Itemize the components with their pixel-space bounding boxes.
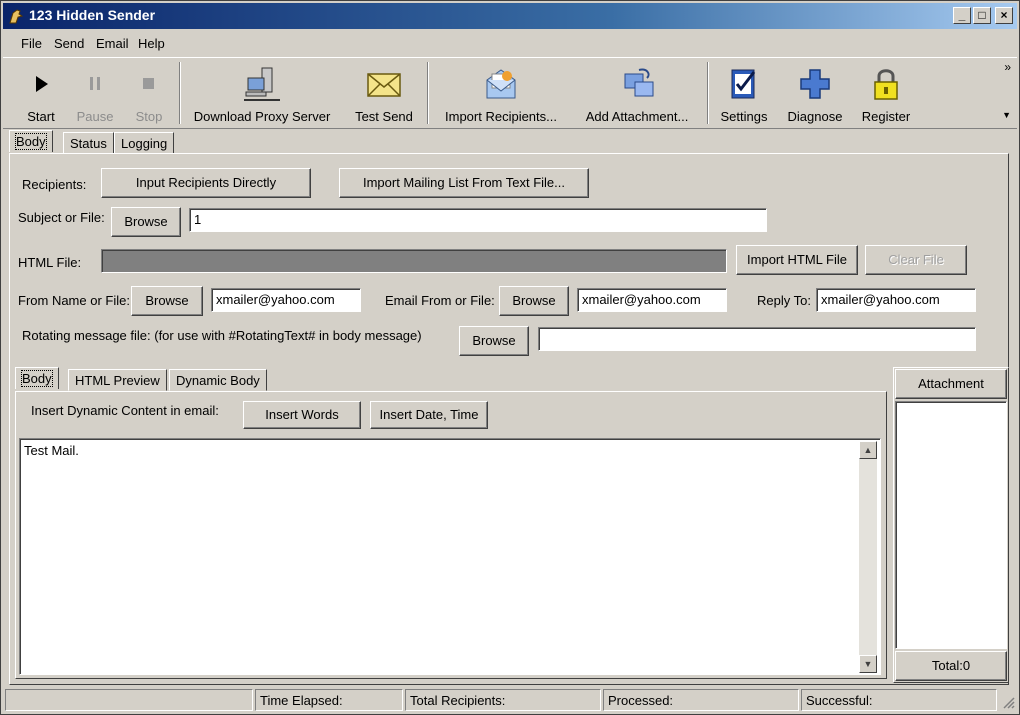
insert-dynamic-label: Insert Dynamic Content in email:	[31, 403, 219, 418]
html-file-label: HTML File:	[18, 255, 82, 270]
add-attachment-button[interactable]: Add Attachment...	[577, 62, 697, 126]
clipboard-check-icon	[731, 69, 756, 99]
toolbar-separator	[707, 62, 709, 124]
maximize-button[interactable]: □	[973, 7, 991, 24]
menu-help[interactable]: Help	[138, 36, 165, 51]
tab-dynamic-body[interactable]: Dynamic Body	[169, 369, 267, 391]
toolbar-separator	[179, 62, 181, 124]
medical-cross-icon	[800, 69, 830, 99]
dog-icon	[9, 9, 24, 24]
tab-body[interactable]: Body	[9, 130, 53, 152]
minimize-button[interactable]: _	[953, 7, 971, 24]
start-button[interactable]: Start	[17, 62, 65, 126]
email-from-input[interactable]: xmailer@yahoo.com	[577, 288, 727, 312]
import-html-button[interactable]: Import HTML File	[736, 245, 858, 275]
pause-icon	[90, 77, 100, 90]
subject-label: Subject or File:	[18, 210, 105, 225]
status-processed: Processed:	[603, 689, 799, 711]
clear-file-button: Clear File	[865, 245, 967, 275]
message-body-textarea[interactable]: Test Mail.	[19, 438, 881, 675]
download-proxy-button[interactable]: Download Proxy Server	[189, 62, 335, 126]
from-name-input[interactable]: xmailer@yahoo.com	[211, 288, 361, 312]
mail-import-icon	[486, 69, 516, 99]
envelope-icon	[367, 73, 401, 97]
insert-date-time-button[interactable]: Insert Date, Time	[370, 401, 488, 429]
toolbar: Start Pause Stop Download Proxy Server T…	[3, 57, 1017, 129]
menu-send[interactable]: Send	[54, 36, 84, 51]
settings-button[interactable]: Settings	[713, 62, 775, 126]
title-bar[interactable]: 123 Hidden Sender _ □ ×	[3, 3, 1017, 29]
register-button[interactable]: Register	[855, 62, 917, 126]
tab-status[interactable]: Status	[63, 132, 114, 154]
attachment-list[interactable]	[895, 401, 1007, 649]
email-from-label: Email From or File:	[385, 293, 495, 308]
status-time-elapsed: Time Elapsed:	[255, 689, 403, 711]
tab-logging[interactable]: Logging	[114, 132, 175, 154]
toolbar-overflow-button[interactable]: »	[1004, 60, 1011, 74]
padlock-icon	[874, 69, 898, 100]
tab-body-editor[interactable]: Body	[15, 367, 59, 389]
menu-email[interactable]: Email	[96, 36, 129, 51]
network-computer-icon	[244, 67, 280, 101]
diagnose-button[interactable]: Diagnose	[781, 62, 849, 126]
stop-icon	[143, 78, 154, 89]
import-mailing-list-button[interactable]: Import Mailing List From Text File...	[339, 168, 589, 198]
vertical-scrollbar[interactable]: ▲ ▼	[859, 441, 877, 673]
pause-button[interactable]: Pause	[69, 62, 121, 126]
recipients-label: Recipients:	[22, 177, 87, 192]
reply-to-input[interactable]: xmailer@yahoo.com	[816, 288, 976, 312]
toolbar-separator	[427, 62, 429, 124]
test-send-button[interactable]: Test Send	[347, 62, 421, 126]
scroll-up-icon[interactable]: ▲	[859, 441, 877, 459]
play-icon	[36, 76, 48, 92]
import-recipients-button[interactable]: Import Recipients...	[437, 62, 565, 126]
window-title: 123 Hidden Sender	[29, 7, 156, 23]
scroll-down-icon[interactable]: ▼	[859, 655, 877, 673]
stop-button[interactable]: Stop	[125, 62, 173, 126]
menu-file[interactable]: File	[21, 36, 42, 51]
subject-input[interactable]: 1	[189, 208, 767, 232]
attachment-header: Attachment	[895, 369, 1007, 399]
reply-to-label: Reply To:	[757, 293, 811, 308]
insert-words-button[interactable]: Insert Words	[243, 401, 361, 429]
close-button[interactable]: ×	[995, 7, 1013, 24]
input-recipients-button[interactable]: Input Recipients Directly	[101, 168, 311, 198]
from-name-browse-button[interactable]: Browse	[131, 286, 203, 316]
menu-bar: File Send Email Help	[3, 32, 1017, 56]
rotating-message-input[interactable]	[538, 327, 976, 351]
app-window: 123 Hidden Sender _ □ × File Send Email …	[0, 0, 1020, 715]
rotating-browse-button[interactable]: Browse	[459, 326, 529, 356]
status-total-recipients: Total Recipients:	[405, 689, 601, 711]
subject-browse-button[interactable]: Browse	[111, 207, 181, 237]
attachment-total: Total:0	[895, 651, 1007, 681]
status-bar: Time Elapsed: Total Recipients: Processe…	[3, 689, 1017, 713]
rotating-message-label: Rotating message file: (for use with #Ro…	[22, 328, 422, 343]
status-successful: Successful:	[801, 689, 997, 711]
status-message	[5, 689, 253, 711]
resize-grip-icon[interactable]	[1001, 695, 1015, 709]
tab-html-preview[interactable]: HTML Preview	[68, 369, 167, 391]
attachment-icon	[624, 68, 654, 97]
email-from-browse-button[interactable]: Browse	[499, 286, 569, 316]
chevron-down-icon[interactable]: ▼	[1002, 110, 1011, 120]
from-name-label: From Name or File:	[18, 293, 130, 308]
html-file-input	[101, 249, 727, 273]
